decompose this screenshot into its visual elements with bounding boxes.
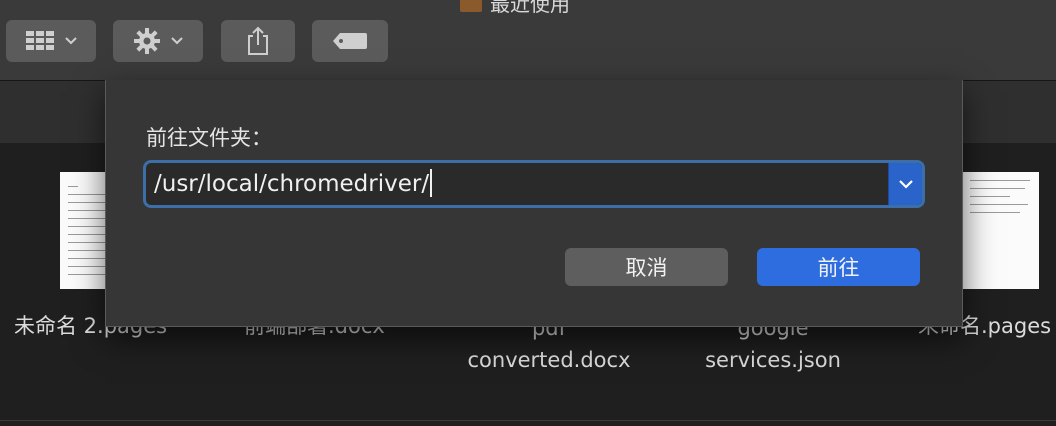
folder-icon — [460, 0, 482, 12]
folder-path-combobox[interactable]: /usr/local/chromedriver/ — [146, 163, 922, 205]
file-thumbnail[interactable] — [962, 172, 1039, 289]
chevron-down-icon — [898, 180, 913, 189]
window-title: 最近使用 — [460, 0, 570, 17]
tag-icon — [333, 33, 367, 49]
cancel-button[interactable]: 取消 — [565, 248, 728, 286]
dialog-label: 前往文件夹： — [146, 126, 272, 150]
grid-icon — [26, 31, 54, 50]
finder-toolbar: 最近使用 — [0, 0, 1056, 81]
divider — [0, 420, 1056, 421]
folder-path-value: /usr/local/chromedriver/ — [154, 171, 430, 197]
chevron-down-icon — [171, 37, 183, 45]
chevron-down-icon — [65, 37, 77, 45]
go-button[interactable]: 前往 — [757, 248, 920, 286]
view-options-button[interactable] — [6, 20, 96, 62]
gear-icon — [134, 28, 160, 54]
action-button[interactable] — [113, 20, 203, 62]
tags-button[interactable] — [312, 20, 388, 62]
folder-path-input[interactable]: /usr/local/chromedriver/ — [154, 169, 433, 199]
share-button[interactable] — [221, 20, 295, 62]
file-name-line2: services.json — [705, 348, 841, 372]
window-title-text: 最近使用 — [490, 0, 570, 16]
go-to-folder-dialog: 前往文件夹： /usr/local/chromedriver/ 取消 前往 — [105, 80, 963, 327]
history-dropdown-button[interactable] — [888, 163, 922, 205]
text-caret — [430, 169, 433, 197]
share-icon — [248, 26, 268, 55]
file-name-line2: converted.docx — [467, 348, 631, 372]
